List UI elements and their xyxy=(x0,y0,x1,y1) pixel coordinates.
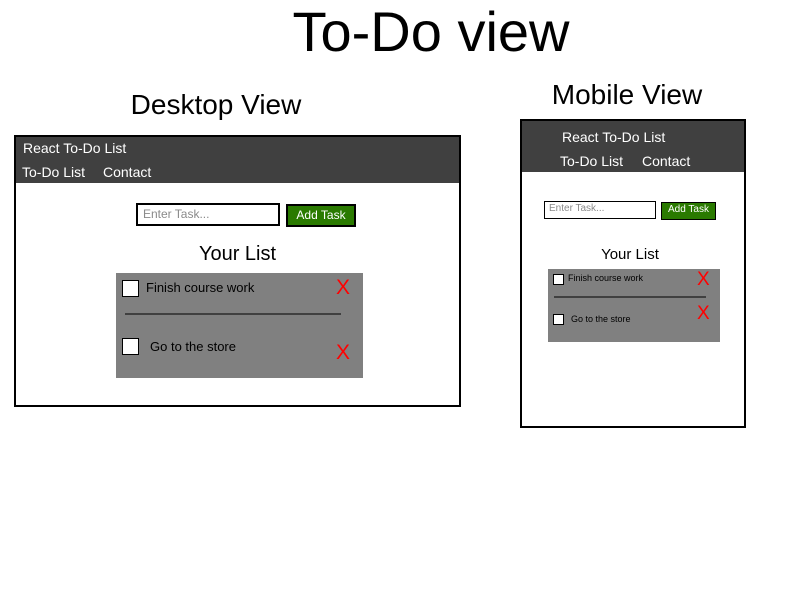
desktop-task-label: Finish course work xyxy=(146,280,255,295)
mobile-task-checkbox[interactable] xyxy=(553,314,564,325)
mobile-task-divider xyxy=(554,296,706,298)
mobile-task-list: Finish course work X Go to the store X xyxy=(548,269,720,342)
desktop-list-heading: Your List xyxy=(198,243,277,265)
mobile-frame: React To-Do List To-Do List Contact Ente… xyxy=(520,119,746,428)
desktop-delete-task-button[interactable]: X xyxy=(336,276,350,300)
mobile-view-heading: Mobile View xyxy=(551,79,703,110)
mobile-task-label: Finish course work xyxy=(568,273,644,283)
mobile-delete-task-button[interactable]: X xyxy=(697,303,710,325)
desktop-navbar: React To-Do List To-Do List Contact xyxy=(16,137,459,183)
mobile-nav-contact[interactable]: Contact xyxy=(642,153,690,169)
desktop-app-title[interactable]: React To-Do List xyxy=(23,140,126,156)
desktop-task-divider xyxy=(125,313,341,315)
desktop-delete-task-button[interactable]: X xyxy=(336,341,350,365)
desktop-task-checkbox[interactable] xyxy=(122,338,139,355)
mobile-task-label: Go to the store xyxy=(571,314,631,324)
mobile-task-checkbox[interactable] xyxy=(553,274,564,285)
desktop-frame: React To-Do List To-Do List Contact Ente… xyxy=(14,135,461,407)
desktop-task-input[interactable]: Enter Task... xyxy=(136,203,280,226)
desktop-add-task-button[interactable]: Add Task xyxy=(286,204,356,227)
mobile-delete-task-button[interactable]: X xyxy=(697,269,710,291)
desktop-task-checkbox[interactable] xyxy=(122,280,139,297)
page-title: To-Do view xyxy=(292,0,570,63)
desktop-task-list: Finish course work X Go to the store X xyxy=(116,273,363,378)
mobile-app-title[interactable]: React To-Do List xyxy=(562,129,665,145)
desktop-view-heading: Desktop View xyxy=(130,89,302,120)
desktop-nav-todo-list[interactable]: To-Do List xyxy=(22,164,85,180)
desktop-task-label: Go to the store xyxy=(150,339,236,354)
mobile-navbar: React To-Do List To-Do List Contact xyxy=(522,121,744,172)
desktop-nav-contact[interactable]: Contact xyxy=(103,164,151,180)
mobile-add-task-button[interactable]: Add Task xyxy=(661,202,716,220)
mobile-nav-todo-list[interactable]: To-Do List xyxy=(560,153,623,169)
mobile-task-input[interactable]: Enter Task... xyxy=(544,201,656,219)
mobile-list-heading: Your List xyxy=(601,246,659,263)
